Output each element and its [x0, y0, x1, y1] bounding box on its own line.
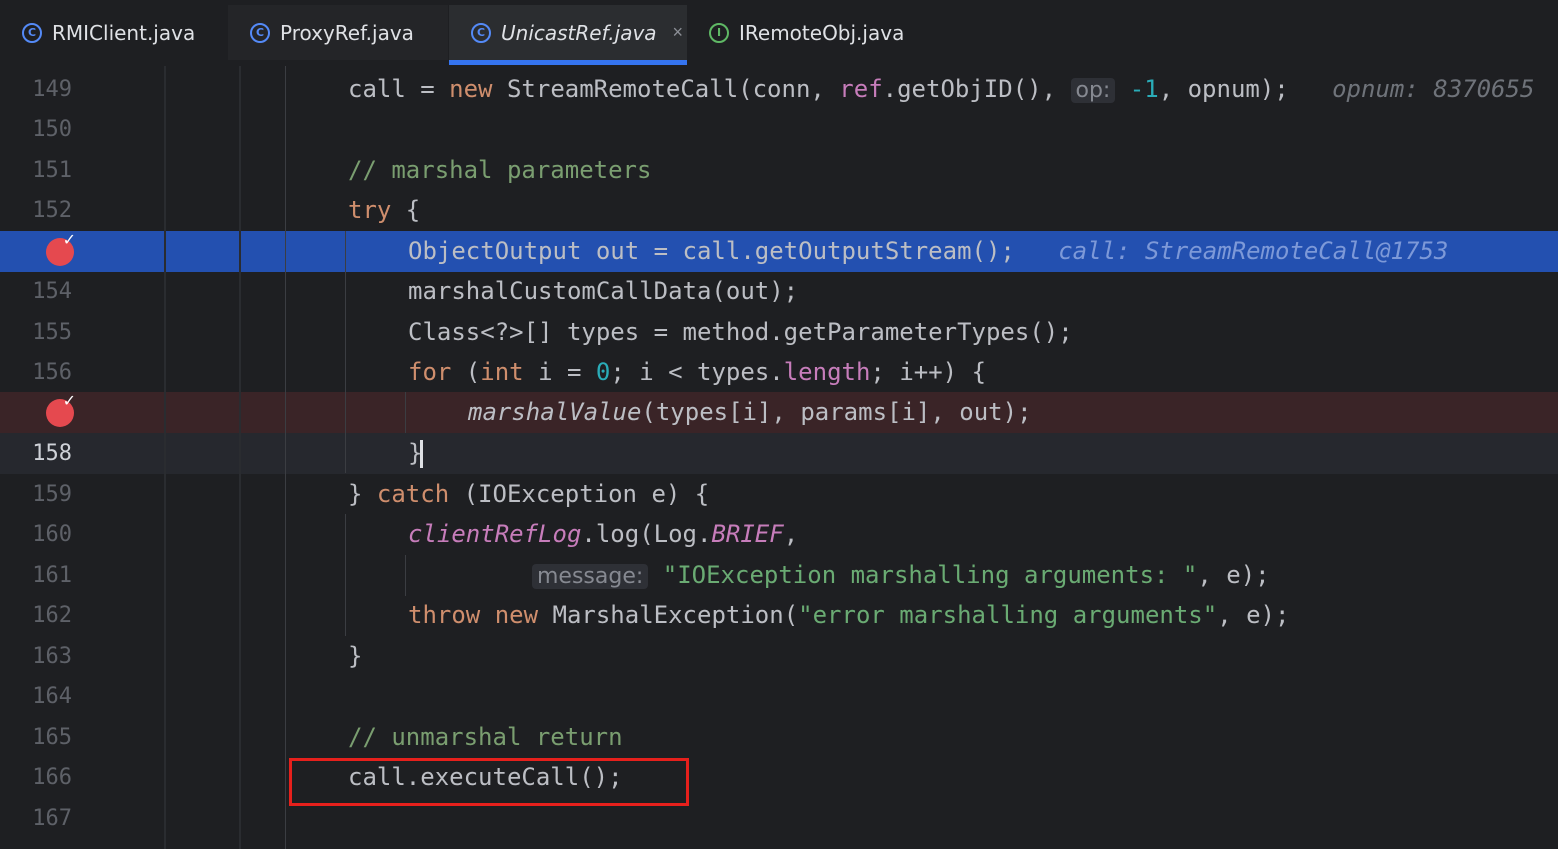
- code-line: 160 clientRefLog.log(Log.BRIEF,: [0, 514, 1558, 555]
- class-icon: C: [22, 22, 42, 43]
- code-text: clientRefLog.log(Log.BRIEF,: [408, 520, 799, 548]
- line-number: 151: [32, 158, 72, 183]
- line-number: 156: [32, 360, 72, 385]
- indent-guide: [345, 514, 346, 636]
- code-line: 165 // unmarshal return: [0, 717, 1558, 758]
- interface-icon: I: [709, 22, 729, 43]
- code-line: 156 for (int i = 0; i < types.length; i+…: [0, 352, 1558, 393]
- indent-guide: [405, 392, 406, 433]
- code-line: 166 call.executeCall();: [0, 757, 1558, 798]
- breakpoint-icon[interactable]: [46, 230, 76, 266]
- line-number: 159: [32, 482, 72, 507]
- tab-iremoteobj[interactable]: I IRemoteObj.java: [687, 5, 947, 60]
- code-comment: // unmarshal return: [348, 723, 623, 751]
- text-cursor: [420, 440, 424, 468]
- code-line: 159 } catch (IOException e) {: [0, 474, 1558, 515]
- line-number: 150: [32, 117, 72, 142]
- debug-value-hint: opnum: 8370655: [1288, 75, 1535, 103]
- code-text: ObjectOutput out = call.getOutputStream(…: [408, 237, 1449, 265]
- line-number: 155: [32, 320, 72, 345]
- code-line: 149 call = new StreamRemoteCall(conn, re…: [0, 69, 1558, 110]
- line-number: 160: [32, 522, 72, 547]
- code-text: message: "IOException marshalling argume…: [532, 555, 1270, 597]
- code-text: Class<?>[] types = method.getParameterTy…: [408, 318, 1073, 346]
- ide-window: C RMIClient.java C ProxyRef.java C Unica…: [0, 0, 1558, 849]
- code-line: 161 message: "IOException marshalling ar…: [0, 555, 1558, 596]
- annotation-highlight-box: [289, 758, 689, 806]
- code-line: 167: [0, 798, 1558, 839]
- code-line: 151 // marshal parameters: [0, 150, 1558, 191]
- parameter-hint: message:: [532, 564, 649, 589]
- code-editor[interactable]: 149 call = new StreamRemoteCall(conn, re…: [0, 66, 1558, 849]
- line-number: 167: [32, 806, 72, 831]
- line-number: 154: [32, 279, 72, 304]
- indent-guide: [405, 555, 406, 596]
- code-text: throw new MarshalException("error marsha…: [408, 601, 1290, 629]
- tab-label: ProxyRef.java: [280, 20, 414, 45]
- indent-guide: [345, 231, 346, 473]
- class-icon: C: [250, 22, 270, 43]
- code-line: 154 marshalCustomCallData(out);: [0, 271, 1558, 312]
- breakpoint-line: marshalValue(types[i], params[i], out);: [0, 391, 1558, 433]
- code-text: marshalValue(types[i], params[i], out);: [468, 398, 1032, 426]
- class-icon: C: [471, 22, 491, 43]
- tab-label: UnicastRef.java: [501, 20, 657, 45]
- code-text: call = new StreamRemoteCall(conn, ref.ge…: [348, 75, 1535, 103]
- debug-value-hint: call: StreamRemoteCall@1753: [1014, 237, 1449, 265]
- close-icon[interactable]: ×: [673, 22, 684, 43]
- tab-unicastref[interactable]: C UnicastRef.java ×: [449, 5, 687, 65]
- line-number: 163: [32, 644, 72, 669]
- code-text: for (int i = 0; i < types.length; i++) {: [408, 358, 987, 386]
- parameter-hint: op:: [1070, 78, 1116, 103]
- editor-tab-bar: C RMIClient.java C ProxyRef.java C Unica…: [0, 0, 1558, 66]
- gutter-separator: [239, 66, 241, 849]
- code-comment: // marshal parameters: [348, 156, 652, 184]
- line-number: 158: [32, 441, 72, 466]
- code-line: 164: [0, 676, 1558, 717]
- tab-rmiclient[interactable]: C RMIClient.java: [0, 5, 228, 60]
- execution-line: ObjectOutput out = call.getOutputStream(…: [0, 230, 1558, 272]
- code-text: try {: [348, 196, 421, 224]
- line-number: 162: [32, 603, 72, 628]
- caret-line: 158 }: [0, 433, 1558, 474]
- code-line: 150: [0, 109, 1558, 150]
- code-text: } catch (IOException e) {: [348, 480, 710, 508]
- tab-proxyref[interactable]: C ProxyRef.java: [228, 5, 448, 60]
- line-number: 165: [32, 725, 72, 750]
- code-text: }: [408, 439, 424, 468]
- tab-label: IRemoteObj.java: [739, 20, 905, 45]
- indent-guide: [285, 66, 286, 849]
- code-line: 162 throw new MarshalException("error ma…: [0, 595, 1558, 636]
- breakpoint-icon[interactable]: [46, 391, 76, 427]
- code-line: 163 }: [0, 636, 1558, 677]
- code-text: }: [348, 642, 363, 670]
- tab-label: RMIClient.java: [52, 20, 196, 45]
- code-line: 152 try {: [0, 190, 1558, 231]
- gutter-separator: [164, 66, 166, 849]
- line-number: 152: [32, 198, 72, 223]
- line-number: 164: [32, 684, 72, 709]
- code-text: marshalCustomCallData(out);: [408, 277, 799, 305]
- code-line: 155 Class<?>[] types = method.getParamet…: [0, 312, 1558, 353]
- line-number: 149: [32, 77, 72, 102]
- line-number: 161: [32, 563, 72, 588]
- line-number: 166: [32, 765, 72, 790]
